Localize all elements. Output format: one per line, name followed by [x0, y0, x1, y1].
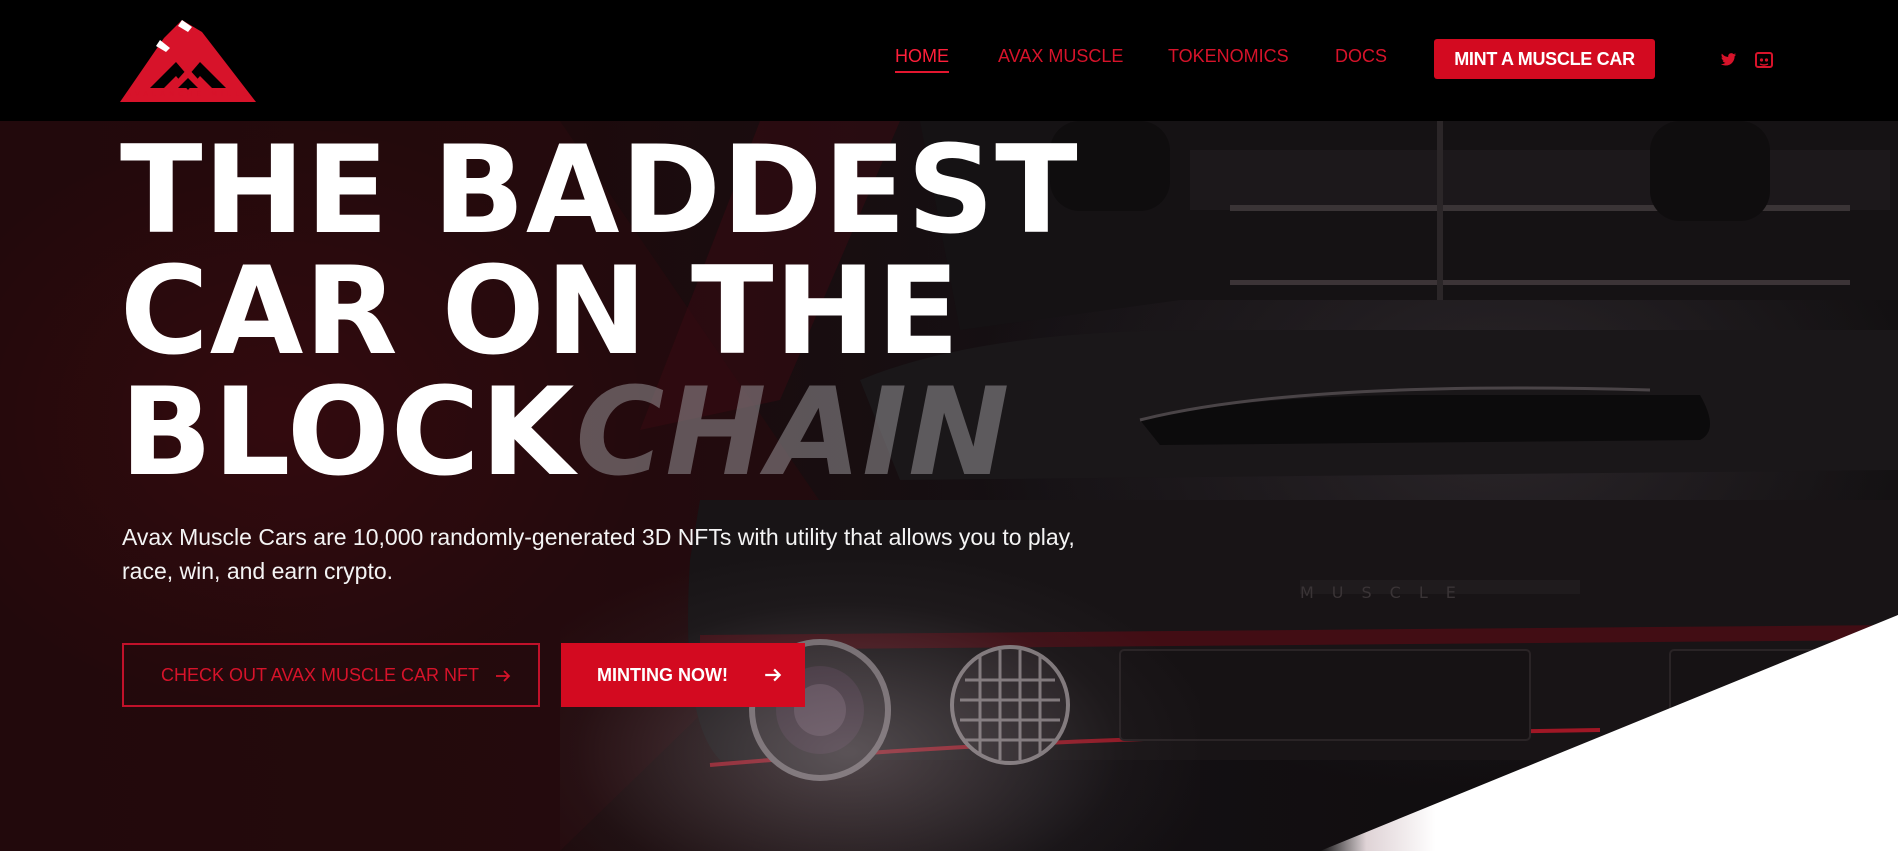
nav-item-tokenomics[interactable]: TOKENOMICS [1168, 46, 1289, 67]
headline-line-2: CAR ON THE [120, 241, 961, 382]
headline-block: BLOCK [120, 362, 576, 503]
arrow-right-icon [496, 670, 511, 682]
headline-chain: CHAIN [575, 362, 1011, 503]
minting-now-label: MINTING NOW! [597, 664, 728, 685]
headline-line-3: BLOCKCHAIN [120, 372, 1079, 493]
nav-item-avax-muscle[interactable]: AVAX MUSCLE [998, 46, 1123, 67]
hero-headline: THE BADDEST CAR ON THE BLOCKCHAIN [120, 130, 1079, 493]
mint-muscle-car-button[interactable]: MINT A MUSCLE CAR [1434, 39, 1655, 79]
site-header: AVALANCHE MILLS HOME AVAX MUSCLE TOKENOM… [0, 0, 1898, 121]
nav-item-docs[interactable]: DOCS [1335, 46, 1387, 67]
logo-wordmark: AVALANCHE MILLS [126, 90, 252, 98]
check-out-nft-button[interactable]: CHECK OUT AVAX MUSCLE CAR NFT [122, 643, 540, 707]
twitter-icon[interactable] [1718, 50, 1738, 70]
arrow-right-icon [765, 668, 782, 682]
minting-now-button[interactable]: MINTING NOW! [561, 643, 805, 707]
headline-line-1: THE BADDEST [120, 120, 1079, 261]
check-out-nft-label: CHECK OUT AVAX MUSCLE CAR NFT [161, 664, 480, 685]
nav-item-home[interactable]: HOME [895, 46, 949, 73]
discord-icon[interactable] [1754, 50, 1774, 70]
hero-description: Avax Muscle Cars are 10,000 randomly-gen… [122, 524, 1075, 584]
